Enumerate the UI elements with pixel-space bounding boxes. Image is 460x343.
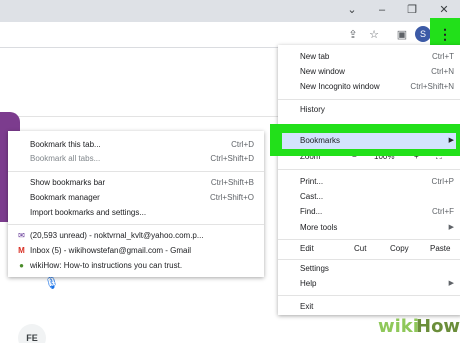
menu-item-import-bookmarks[interactable]: Import bookmarks and settings... xyxy=(8,205,264,221)
menu-item-settings[interactable]: Settings xyxy=(278,261,460,277)
restore-icon[interactable]: ❐ xyxy=(405,3,419,17)
menu-item-bookmark-all-tabs: Bookmark all tabs... Ctrl+Shift+D xyxy=(30,154,254,163)
chevron-right-icon: ▶ xyxy=(448,224,454,231)
menu-item-exit[interactable]: Exit xyxy=(278,299,460,315)
close-icon[interactable]: ✕ xyxy=(437,3,451,17)
menu-separator xyxy=(278,239,460,240)
chevron-right-icon: ▶ xyxy=(448,137,454,144)
menu-item-find[interactable]: Find... Ctrl+F xyxy=(278,204,460,220)
wikihow-icon: ● xyxy=(19,261,24,270)
chevron-right-icon: ▶ xyxy=(448,280,454,287)
menu-separator xyxy=(278,259,460,260)
menu-item-cast[interactable]: Cast... xyxy=(278,189,460,205)
menu-item-help[interactable]: Help ▶ xyxy=(278,276,460,292)
chevron-down-icon[interactable]: ⌄ xyxy=(345,3,359,17)
menu-separator xyxy=(278,99,460,100)
menu-separator xyxy=(8,224,264,225)
menu-item-edit: Edit Cut Copy Paste xyxy=(278,241,460,257)
menu-separator xyxy=(278,169,460,170)
yahoo-mail-icon: ✉ xyxy=(18,231,25,240)
menu-item-new-incognito-window[interactable]: New Incognito window Ctrl+Shift+N xyxy=(278,79,460,95)
menu-item-new-tab[interactable]: New tab Ctrl+T xyxy=(278,49,460,65)
menu-separator xyxy=(278,295,460,296)
menu-item-more-tools[interactable]: More tools ▶ xyxy=(278,220,460,236)
profile-avatar[interactable]: S xyxy=(415,26,431,42)
menu-item-new-window[interactable]: New window Ctrl+N xyxy=(278,64,460,80)
side-panel-icon[interactable]: ▣ xyxy=(394,27,410,43)
bookmark-item[interactable]: ● wikiHow: How-to instructions you can t… xyxy=(8,258,264,274)
share-icon[interactable]: ⇪ xyxy=(345,27,361,43)
paste-button[interactable]: Paste xyxy=(430,241,450,257)
copy-button[interactable]: Copy xyxy=(390,241,409,257)
menu-item-print[interactable]: Print... Ctrl+P xyxy=(278,174,460,190)
title-bar: ⌄ – ❐ ✕ xyxy=(0,0,460,22)
star-icon[interactable]: ☆ xyxy=(366,27,382,43)
wikihow-watermark: wiki How xyxy=(378,316,460,337)
menu-separator xyxy=(8,171,264,172)
three-dots-vertical-icon[interactable]: ⋮ xyxy=(438,23,452,45)
bookmarks-submenu: Bookmark this tab... Ctrl+D Bookmark all… xyxy=(8,131,264,277)
chrome-main-menu: New tab Ctrl+T New window Ctrl+N New Inc… xyxy=(278,45,460,315)
menu-item-bookmark-manager[interactable]: Bookmark manager Ctrl+Shift+O xyxy=(8,190,264,206)
microphone-icon[interactable]: 🎙 xyxy=(44,276,59,294)
cut-button[interactable]: Cut xyxy=(354,241,366,257)
bookmark-item[interactable]: ✉ (20,593 unread) - noktvrnal_kvlt@yahoo… xyxy=(8,228,264,244)
minimize-icon[interactable]: – xyxy=(375,3,389,17)
menu-item-history[interactable]: History xyxy=(278,102,460,118)
gmail-icon: M xyxy=(18,246,25,255)
bookmark-item[interactable]: M Inbox (5) - wikihowstefan@gmail.com - … xyxy=(8,243,264,259)
divider xyxy=(0,116,290,117)
menu-item-bookmarks[interactable]: Bookmarks ▶ xyxy=(282,133,456,149)
menu-item-show-bookmarks-bar[interactable]: Show bookmarks bar Ctrl+Shift+B xyxy=(8,175,264,191)
